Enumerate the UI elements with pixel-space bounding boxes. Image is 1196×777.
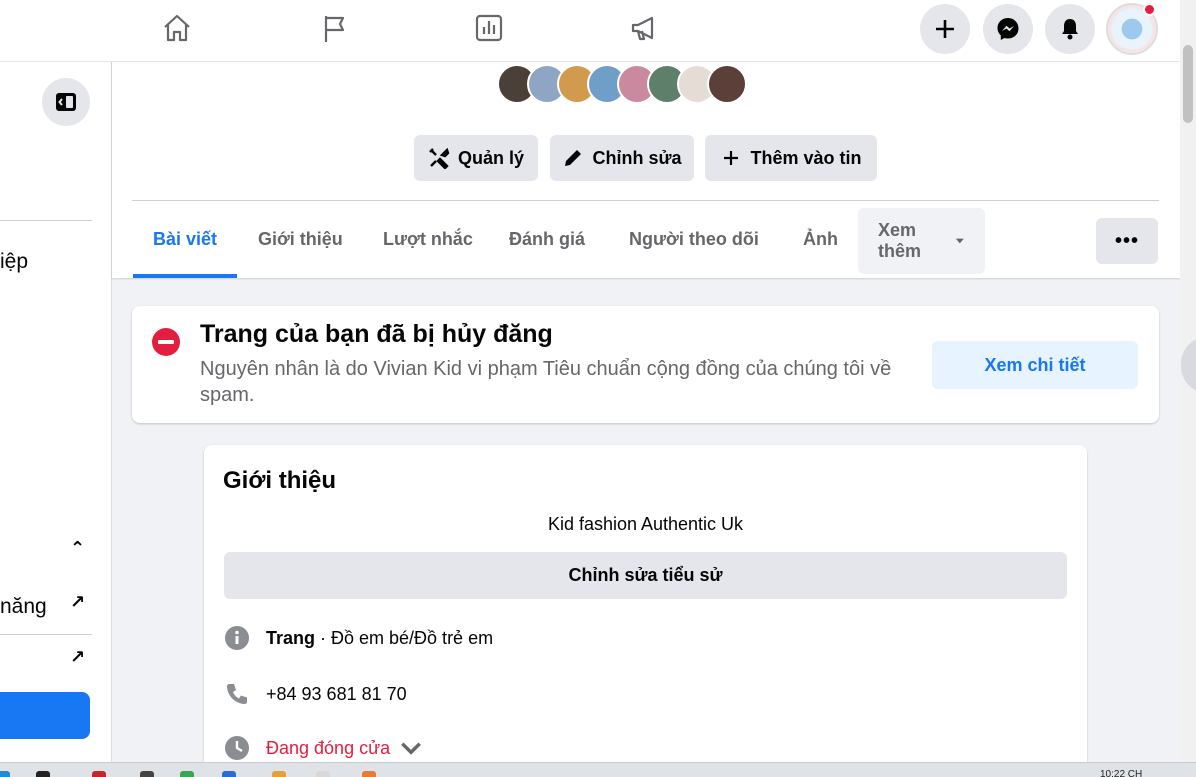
edit-bio-button[interactable]: Chỉnh sửa tiểu sử	[224, 552, 1067, 599]
hours-row[interactable]: Đang đóng cửa	[224, 735, 424, 761]
panel-toggle-icon	[56, 93, 76, 111]
tab-mentions[interactable]: Lượt nhắc	[363, 201, 493, 278]
os-taskbar: 10:22 CH	[0, 762, 1196, 777]
external-link-icon[interactable]: ↗	[70, 647, 85, 668]
taskbar-app-icon[interactable]	[0, 771, 10, 777]
tab-about[interactable]: Giới thiệu	[238, 201, 363, 278]
taskbar-app-icon[interactable]	[222, 771, 236, 777]
phone-number[interactable]: +84 93 681 81 70	[266, 684, 407, 705]
bell-icon	[1062, 19, 1078, 40]
taskbar-app-icon[interactable]	[272, 771, 286, 777]
megaphone-icon[interactable]	[624, 8, 664, 48]
scrollbar-thumb[interactable]	[1183, 45, 1193, 123]
sidebar-toggle-button[interactable]	[42, 78, 90, 126]
flag-icon[interactable]	[314, 8, 354, 48]
category-text: Trang · Đồ em bé/Đồ trẻ em	[266, 628, 493, 649]
messenger-icon	[997, 18, 1019, 40]
tab-posts[interactable]: Bài viết	[133, 201, 238, 278]
taskbar-app-icon[interactable]	[362, 771, 376, 777]
collapse-chevron-icon[interactable]: ⌃	[70, 538, 85, 559]
alert-message: Nguyên nhân là do Vivian Kid vi phạm Tiê…	[200, 358, 892, 406]
add-to-story-button[interactable]: Thêm vào tin	[705, 135, 877, 181]
clock-icon	[225, 736, 249, 760]
avatar[interactable]	[707, 64, 747, 104]
phone-row: +84 93 681 81 70	[224, 681, 407, 707]
external-link-icon[interactable]: ↗	[70, 592, 85, 613]
tab-see-more[interactable]: Xem thêm	[858, 208, 985, 274]
create-button[interactable]	[920, 4, 970, 54]
unpublished-alert: Trang của bạn đã bị hủy đăng Nguyên nhân…	[132, 306, 1159, 423]
sidebar-divider	[0, 634, 92, 635]
category-value: · Đồ em bé/Đồ trẻ em	[315, 627, 494, 648]
notification-dot	[1143, 3, 1156, 16]
tab-reviews[interactable]: Đánh giá	[489, 201, 605, 278]
follower-avatars	[497, 64, 747, 104]
caret-down-icon	[956, 238, 965, 244]
main-content: Quản lý Chỉnh sửa Thêm vào tin Bài viết …	[112, 62, 1180, 775]
home-icon[interactable]	[157, 8, 197, 48]
tab-see-more-label: Xem thêm	[878, 220, 922, 261]
chevron-down-icon	[401, 742, 422, 755]
taskbar-clock[interactable]: 10:22 CH	[1100, 769, 1142, 777]
category-row: Trang · Đồ em bé/Đồ trẻ em	[224, 625, 493, 651]
manage-button-label: Quản lý	[457, 147, 524, 168]
no-entry-icon	[152, 328, 180, 356]
left-sidebar: iệp ⌃ năng ↗ ↗	[0, 62, 112, 762]
sidebar-primary-button[interactable]	[0, 692, 90, 739]
chart-icon[interactable]	[469, 8, 509, 48]
pencil-icon	[565, 150, 582, 166]
page-header: Quản lý Chỉnh sửa Thêm vào tin Bài viết …	[112, 62, 1180, 278]
taskbar-app-icon[interactable]	[36, 771, 50, 777]
see-details-button[interactable]: Xem chi tiết	[932, 341, 1138, 389]
more-options-button[interactable]: •••	[1096, 218, 1158, 264]
plus-icon	[936, 20, 954, 38]
intro-bio: Kid fashion Authentic Uk	[547, 514, 744, 534]
manage-button[interactable]: Quản lý	[414, 135, 538, 181]
tools-icon	[429, 147, 450, 169]
info-icon	[225, 626, 249, 650]
tab-photos[interactable]: Ảnh	[783, 201, 858, 278]
messenger-button[interactable]	[983, 4, 1033, 54]
taskbar-app-icon[interactable]	[140, 771, 154, 777]
add-to-story-label: Thêm vào tin	[750, 147, 862, 168]
alert-title: Trang của bạn đã bị hủy đăng	[200, 320, 553, 348]
intro-title: Giới thiệu	[223, 467, 337, 494]
category-label: Trang	[266, 627, 316, 648]
taskbar-app-icon[interactable]	[316, 771, 330, 777]
top-navigation-bar	[0, 0, 1180, 62]
phone-icon	[227, 684, 247, 704]
taskbar-app-icon[interactable]	[180, 771, 194, 777]
plus-icon	[724, 151, 739, 165]
sidebar-divider	[0, 220, 92, 221]
tab-followers[interactable]: Người theo dõi	[609, 201, 779, 278]
edit-button[interactable]: Chỉnh sửa	[550, 135, 694, 181]
sidebar-item-label[interactable]: iệp	[0, 250, 28, 274]
sidebar-item-label[interactable]: năng	[0, 595, 47, 619]
taskbar-app-icon[interactable]	[92, 771, 106, 777]
intro-card: Giới thiệu Kid fashion Authentic Uk Chỉn…	[204, 445, 1087, 775]
notifications-button[interactable]	[1045, 4, 1095, 54]
edit-button-label: Chỉnh sửa	[592, 147, 682, 168]
hours-status: Đang đóng cửa	[266, 737, 391, 758]
